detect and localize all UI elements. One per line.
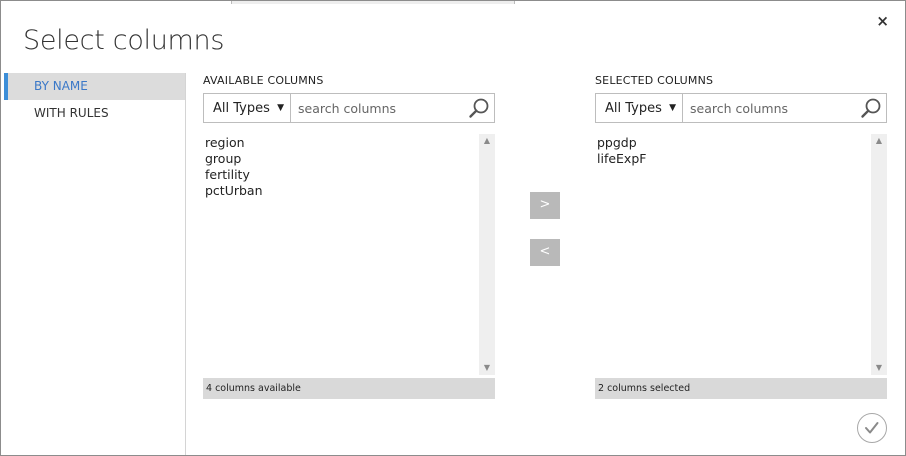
selected-columns-list[interactable]: ppgdp lifeExpF ▲ ▼ (595, 134, 887, 375)
search-icon[interactable] (468, 97, 490, 119)
selected-columns-label: SELECTED COLUMNS (595, 74, 714, 87)
scrollbar[interactable]: ▲ ▼ (479, 134, 495, 375)
selected-type-value: All Types (605, 100, 662, 116)
available-type-value: All Types (213, 100, 270, 116)
scroll-up-icon[interactable]: ▲ (871, 134, 887, 148)
selected-status: 2 columns selected (595, 378, 887, 399)
nav-by-name[interactable]: BY NAME (4, 73, 185, 100)
selected-filter-row: All Types ▼ (595, 93, 887, 123)
list-item[interactable]: fertility (203, 167, 495, 183)
list-item[interactable]: group (203, 151, 495, 167)
list-item[interactable]: pctUrban (203, 183, 495, 199)
scroll-up-icon[interactable]: ▲ (479, 134, 495, 148)
available-search-input[interactable] (291, 94, 494, 122)
selected-search-box (683, 94, 886, 122)
close-icon[interactable]: × (876, 14, 889, 29)
selected-type-select[interactable]: All Types ▼ (596, 94, 683, 122)
checkmark-icon (865, 422, 879, 434)
scroll-down-icon[interactable]: ▼ (479, 361, 495, 375)
nav-with-rules[interactable]: WITH RULES (4, 100, 185, 127)
available-search-box (291, 94, 494, 122)
available-columns-label: AVAILABLE COLUMNS (203, 74, 324, 87)
chevron-down-icon: ▼ (277, 103, 284, 113)
add-column-button[interactable]: > (530, 192, 560, 219)
select-columns-dialog: × Select columns BY NAME WITH RULES AVAI… (0, 0, 906, 456)
available-filter-row: All Types ▼ (203, 93, 495, 123)
selected-columns-panel: SELECTED COLUMNS All Types ▼ ppgdp lifeE… (595, 74, 887, 399)
selected-search-input[interactable] (683, 94, 886, 122)
scroll-down-icon[interactable]: ▼ (871, 361, 887, 375)
scrollbar[interactable]: ▲ ▼ (871, 134, 887, 375)
dialog-title: Select columns (23, 25, 225, 56)
remove-column-button[interactable]: < (530, 239, 560, 266)
list-item[interactable]: ppgdp (595, 135, 887, 151)
available-columns-panel: AVAILABLE COLUMNS All Types ▼ region gro… (203, 74, 495, 399)
list-item[interactable]: lifeExpF (595, 151, 887, 167)
available-type-select[interactable]: All Types ▼ (204, 94, 291, 122)
confirm-button[interactable] (857, 413, 887, 443)
available-columns-list[interactable]: region group fertility pctUrban ▲ ▼ (203, 134, 495, 375)
chevron-down-icon: ▼ (669, 103, 676, 113)
available-status: 4 columns available (203, 378, 495, 399)
list-item[interactable]: region (203, 135, 495, 151)
search-icon[interactable] (860, 97, 882, 119)
sidebar: BY NAME WITH RULES (4, 73, 186, 455)
background-window-edge (231, 1, 515, 4)
